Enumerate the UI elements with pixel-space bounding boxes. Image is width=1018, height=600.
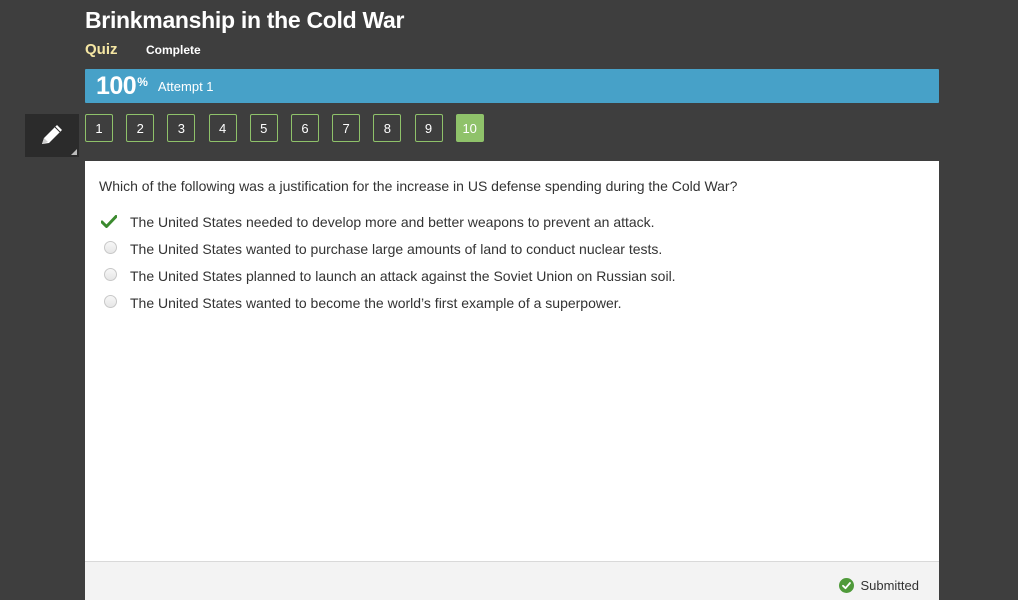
question-nav-2[interactable]: 2 [126,114,155,142]
radio-button[interactable] [104,241,117,254]
pencil-icon [42,125,62,144]
score-percent-sign: % [137,75,148,89]
attempt-label: Attempt 1 [157,78,214,94]
check-circle-icon [839,578,855,593]
radio-button[interactable] [104,295,117,308]
question-nav-1[interactable]: 1 [85,114,113,142]
page-title: Brinkmanship in the Cold War [85,7,405,33]
question-text: Which of the following was a justificati… [99,178,738,194]
completion-status: Complete [146,43,201,57]
dropdown-corner-icon [71,149,77,155]
radio-button[interactable] [104,268,117,281]
checkmark-icon [101,215,117,228]
question-card: Which of the following was a justificati… [85,161,939,561]
question-footer: Submitted [85,561,939,600]
submitted-status: Submitted [839,578,919,593]
answer-option-3[interactable]: The United States planned to launch an a… [99,267,676,285]
question-nav-6[interactable]: 6 [290,114,319,142]
submitted-label: Submitted [860,578,919,593]
activity-type-label: Quiz [85,41,118,58]
score-bar: 100 % Attempt 1 [85,69,939,103]
score-value: 100 [96,71,137,100]
annotation-tool-button[interactable] [25,114,79,157]
answer-option-text: The United States needed to develop more… [130,214,655,230]
quiz-page: Brinkmanship in the Cold War Quiz Comple… [0,0,1018,600]
answer-option-text: The United States wanted to purchase lar… [130,241,663,257]
question-nav-10-active[interactable]: 10 [455,114,484,142]
question-nav-5[interactable]: 5 [249,114,278,142]
question-nav-4[interactable]: 4 [208,114,237,142]
question-nav-3[interactable]: 3 [167,114,196,142]
subheader: Quiz Complete [85,41,201,58]
question-navigation: 1 2 3 4 5 6 7 8 9 10 [85,114,497,142]
answer-option-text: The United States planned to launch an a… [130,268,676,284]
answer-option-4[interactable]: The United States wanted to become the w… [99,294,622,312]
answer-option-2[interactable]: The United States wanted to purchase lar… [99,240,662,258]
question-nav-7[interactable]: 7 [332,114,361,142]
answer-option-text: The United States wanted to become the w… [130,295,622,311]
question-nav-9[interactable]: 9 [414,114,443,142]
question-nav-8[interactable]: 8 [373,114,402,142]
answer-option-1[interactable]: The United States needed to develop more… [99,213,655,231]
